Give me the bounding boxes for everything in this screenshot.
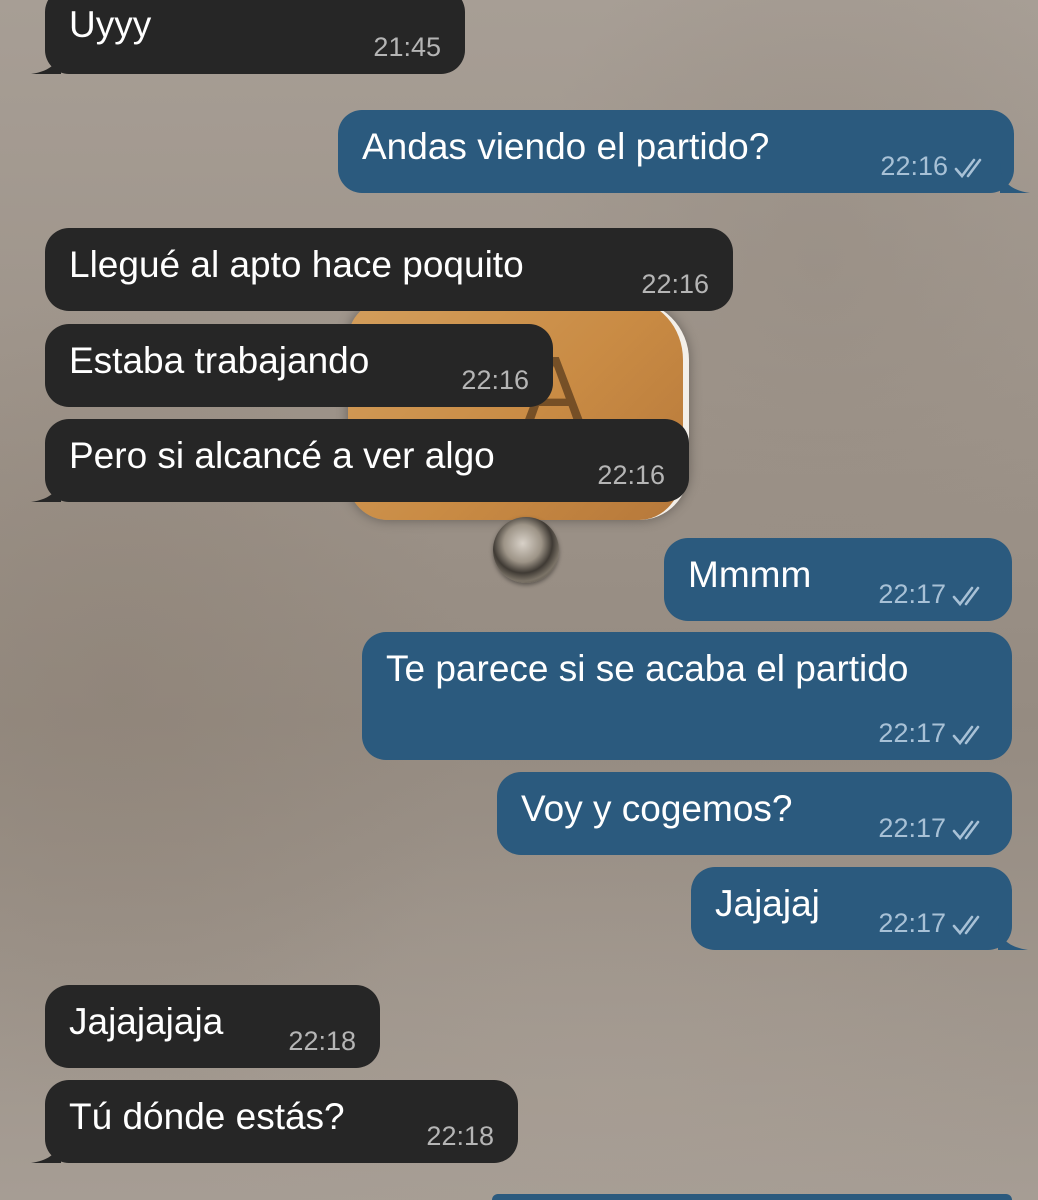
message-time: 22:16 <box>461 365 529 395</box>
bubble-tail-icon <box>31 44 61 74</box>
message-time: 22:18 <box>426 1121 494 1151</box>
message-text: Te parece si se acaba el partido <box>386 648 909 689</box>
peephole-icon <box>493 517 559 583</box>
bubble-tail-icon <box>998 920 1028 950</box>
double-check-icon <box>952 820 980 840</box>
message-time: 22:17 <box>878 813 988 843</box>
message-bubble-outgoing[interactable]: Voy y cogemos? 22:17 <box>497 772 1012 855</box>
message-bubble-outgoing[interactable]: Andas viendo el partido? 22:16 <box>338 110 1030 193</box>
message-time: 22:17 <box>878 718 988 748</box>
message-text: Pero si alcancé a ver algo <box>69 435 495 476</box>
message-bubble-outgoing-partial[interactable] <box>492 1194 1012 1200</box>
message-bubble-outgoing[interactable]: Te parece si se acaba el partido 22:17 <box>362 632 1012 760</box>
bubble-tail-icon <box>31 1133 61 1163</box>
message-text: Llegué al apto hace poquito <box>69 244 524 285</box>
double-check-icon <box>952 915 980 935</box>
message-text: Estaba trabajando <box>69 340 370 381</box>
bubble-tail-icon <box>1000 163 1030 193</box>
message-time: 22:18 <box>288 1026 356 1056</box>
double-check-icon <box>952 586 980 606</box>
message-bubble-incoming[interactable]: Jajajajaja 22:18 <box>45 985 380 1068</box>
message-bubble-incoming[interactable]: Estaba trabajando 22:16 <box>45 324 553 407</box>
message-bubble-incoming[interactable]: Llegué al apto hace poquito 22:16 <box>45 228 733 311</box>
message-bubble-incoming[interactable]: Pero si alcancé a ver algo 22:16 <box>31 419 689 502</box>
double-check-icon <box>952 725 980 745</box>
message-bubble-incoming[interactable]: Tú dónde estás? 22:18 <box>31 1080 518 1163</box>
message-time: 21:45 <box>373 32 441 62</box>
message-bubble-outgoing[interactable]: Jajajaj 22:17 <box>691 867 1028 950</box>
message-time: 22:17 <box>878 908 988 938</box>
message-time: 22:17 <box>878 579 988 609</box>
message-time: 22:16 <box>597 460 665 490</box>
message-time: 22:16 <box>880 151 990 181</box>
double-check-icon <box>954 158 982 178</box>
bubble-tail-icon <box>31 472 61 502</box>
message-bubble-outgoing[interactable]: Mmmm 22:17 <box>664 538 1012 621</box>
message-time: 22:16 <box>641 269 709 299</box>
message-bubble-incoming[interactable]: Uyyy 21:45 <box>31 0 465 74</box>
